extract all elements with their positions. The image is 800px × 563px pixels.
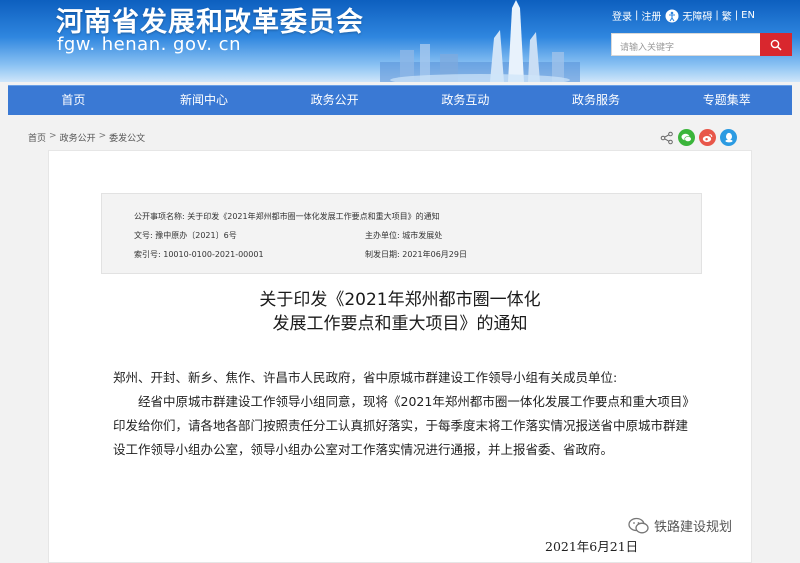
search-button[interactable] <box>760 33 792 56</box>
document-title-line1: 关于印发《2021年郑州都市圈一体化 <box>259 290 541 310</box>
meta-label: 主办单位: <box>365 231 400 240</box>
breadcrumb-disclosure[interactable]: 政务公开 <box>60 131 96 144</box>
search-icon <box>770 39 782 51</box>
meta-item-name: 公开事项名称: 关于印发《2021年郑州都市圈一体化发展工作要点和重大项目》的通… <box>134 211 440 222</box>
breadcrumb-separator: > <box>98 131 107 141</box>
document-paragraph: 经省中原城市群建设工作领导小组同意，现将《2021年郑州都市圈一体化发展工作要点… <box>113 394 689 457</box>
city-skyline-image <box>380 0 580 82</box>
top-links: 登录 | 注册 无障碍 | 繁 | EN <box>612 8 755 23</box>
breadcrumb-separator: > <box>49 131 57 141</box>
meta-value: 2021年06月29日 <box>402 250 467 259</box>
accessibility-link[interactable]: 无障碍 <box>682 8 712 23</box>
nav-government-services[interactable]: 政务服务 <box>531 86 662 115</box>
nav-news-center[interactable]: 新闻中心 <box>139 86 270 115</box>
search-input[interactable]: 请输入关键字 <box>611 33 761 56</box>
document-title: 关于印发《2021年郑州都市圈一体化 发展工作要点和重大项目》的通知 <box>49 288 751 336</box>
weibo-icon[interactable] <box>699 129 716 146</box>
traditional-chinese-link[interactable]: 繁 <box>722 8 732 23</box>
english-link[interactable]: EN <box>741 10 755 21</box>
document-title-line2: 发展工作要点和重大项目》的通知 <box>272 314 528 334</box>
meta-issue-date: 制发日期: 2021年06月29日 <box>365 249 467 260</box>
meta-label: 索引号: <box>134 250 161 259</box>
site-domain: fgw. henan. gov. cn <box>57 34 241 55</box>
article-content: 公开事项名称: 关于印发《2021年郑州都市圈一体化发展工作要点和重大项目》的通… <box>48 150 752 563</box>
accessibility-icon[interactable] <box>665 9 679 23</box>
document-body: 郑州、开封、新乡、焦作、许昌市人民政府，省中原城市群建设工作领导小组有关成员单位… <box>113 366 693 462</box>
wechat-official-account-icon <box>628 517 649 533</box>
watermark-text: 铁路建设规划 <box>654 520 733 535</box>
breadcrumb-documents[interactable]: 委发公文 <box>109 131 145 144</box>
document-metadata: 公开事项名称: 关于印发《2021年郑州都市圈一体化发展工作要点和重大项目》的通… <box>101 193 702 274</box>
meta-value: 10010-0100-2021-00001 <box>163 250 264 259</box>
login-link[interactable]: 登录 <box>612 8 632 23</box>
document-addressee: 郑州、开封、新乡、焦作、许昌市人民政府，省中原城市群建设工作领导小组有关成员单位… <box>113 370 618 385</box>
breadcrumb: 首页 > 政务公开 > 委发公文 <box>28 131 145 144</box>
wechat-icon[interactable] <box>678 129 695 146</box>
meta-label: 制发日期: <box>365 250 400 259</box>
divider: | <box>734 10 739 21</box>
meta-value: 豫中原办〔2021〕6号 <box>155 231 237 240</box>
signature-date: 2021年6月21日 <box>545 539 639 554</box>
share-bar <box>660 129 737 146</box>
share-icon[interactable] <box>660 131 674 145</box>
meta-label: 文号: <box>134 231 153 240</box>
meta-doc-number: 文号: 豫中原办〔2021〕6号 <box>134 230 237 241</box>
nav-government-affairs-disclosure[interactable]: 政务公开 <box>269 86 400 115</box>
meta-value: 城市发展处 <box>402 231 443 240</box>
nav-home[interactable]: 首页 <box>8 86 139 115</box>
breadcrumb-home[interactable]: 首页 <box>28 131 46 144</box>
meta-label: 公开事项名称: <box>134 212 185 221</box>
nav-special-topics[interactable]: 专题集萃 <box>661 86 792 115</box>
meta-value: 关于印发《2021年郑州都市圈一体化发展工作要点和重大项目》的通知 <box>187 212 440 221</box>
watermark: 铁路建设规划 <box>628 516 733 535</box>
meta-index-number: 索引号: 10010-0100-2021-00001 <box>134 249 264 260</box>
main-nav: 首页 新闻中心 政务公开 政务互动 政务服务 专题集萃 <box>8 85 792 115</box>
divider: | <box>715 10 719 21</box>
nav-government-interaction[interactable]: 政务互动 <box>400 86 531 115</box>
register-link[interactable]: 注册 <box>641 8 661 23</box>
site-header: 河南省发展和改革委员会 fgw. henan. gov. cn 登录 | 注册 … <box>0 0 800 82</box>
qq-icon[interactable] <box>720 129 737 146</box>
meta-host-unit: 主办单位: 城市发展处 <box>365 230 442 241</box>
divider: | <box>635 10 639 21</box>
